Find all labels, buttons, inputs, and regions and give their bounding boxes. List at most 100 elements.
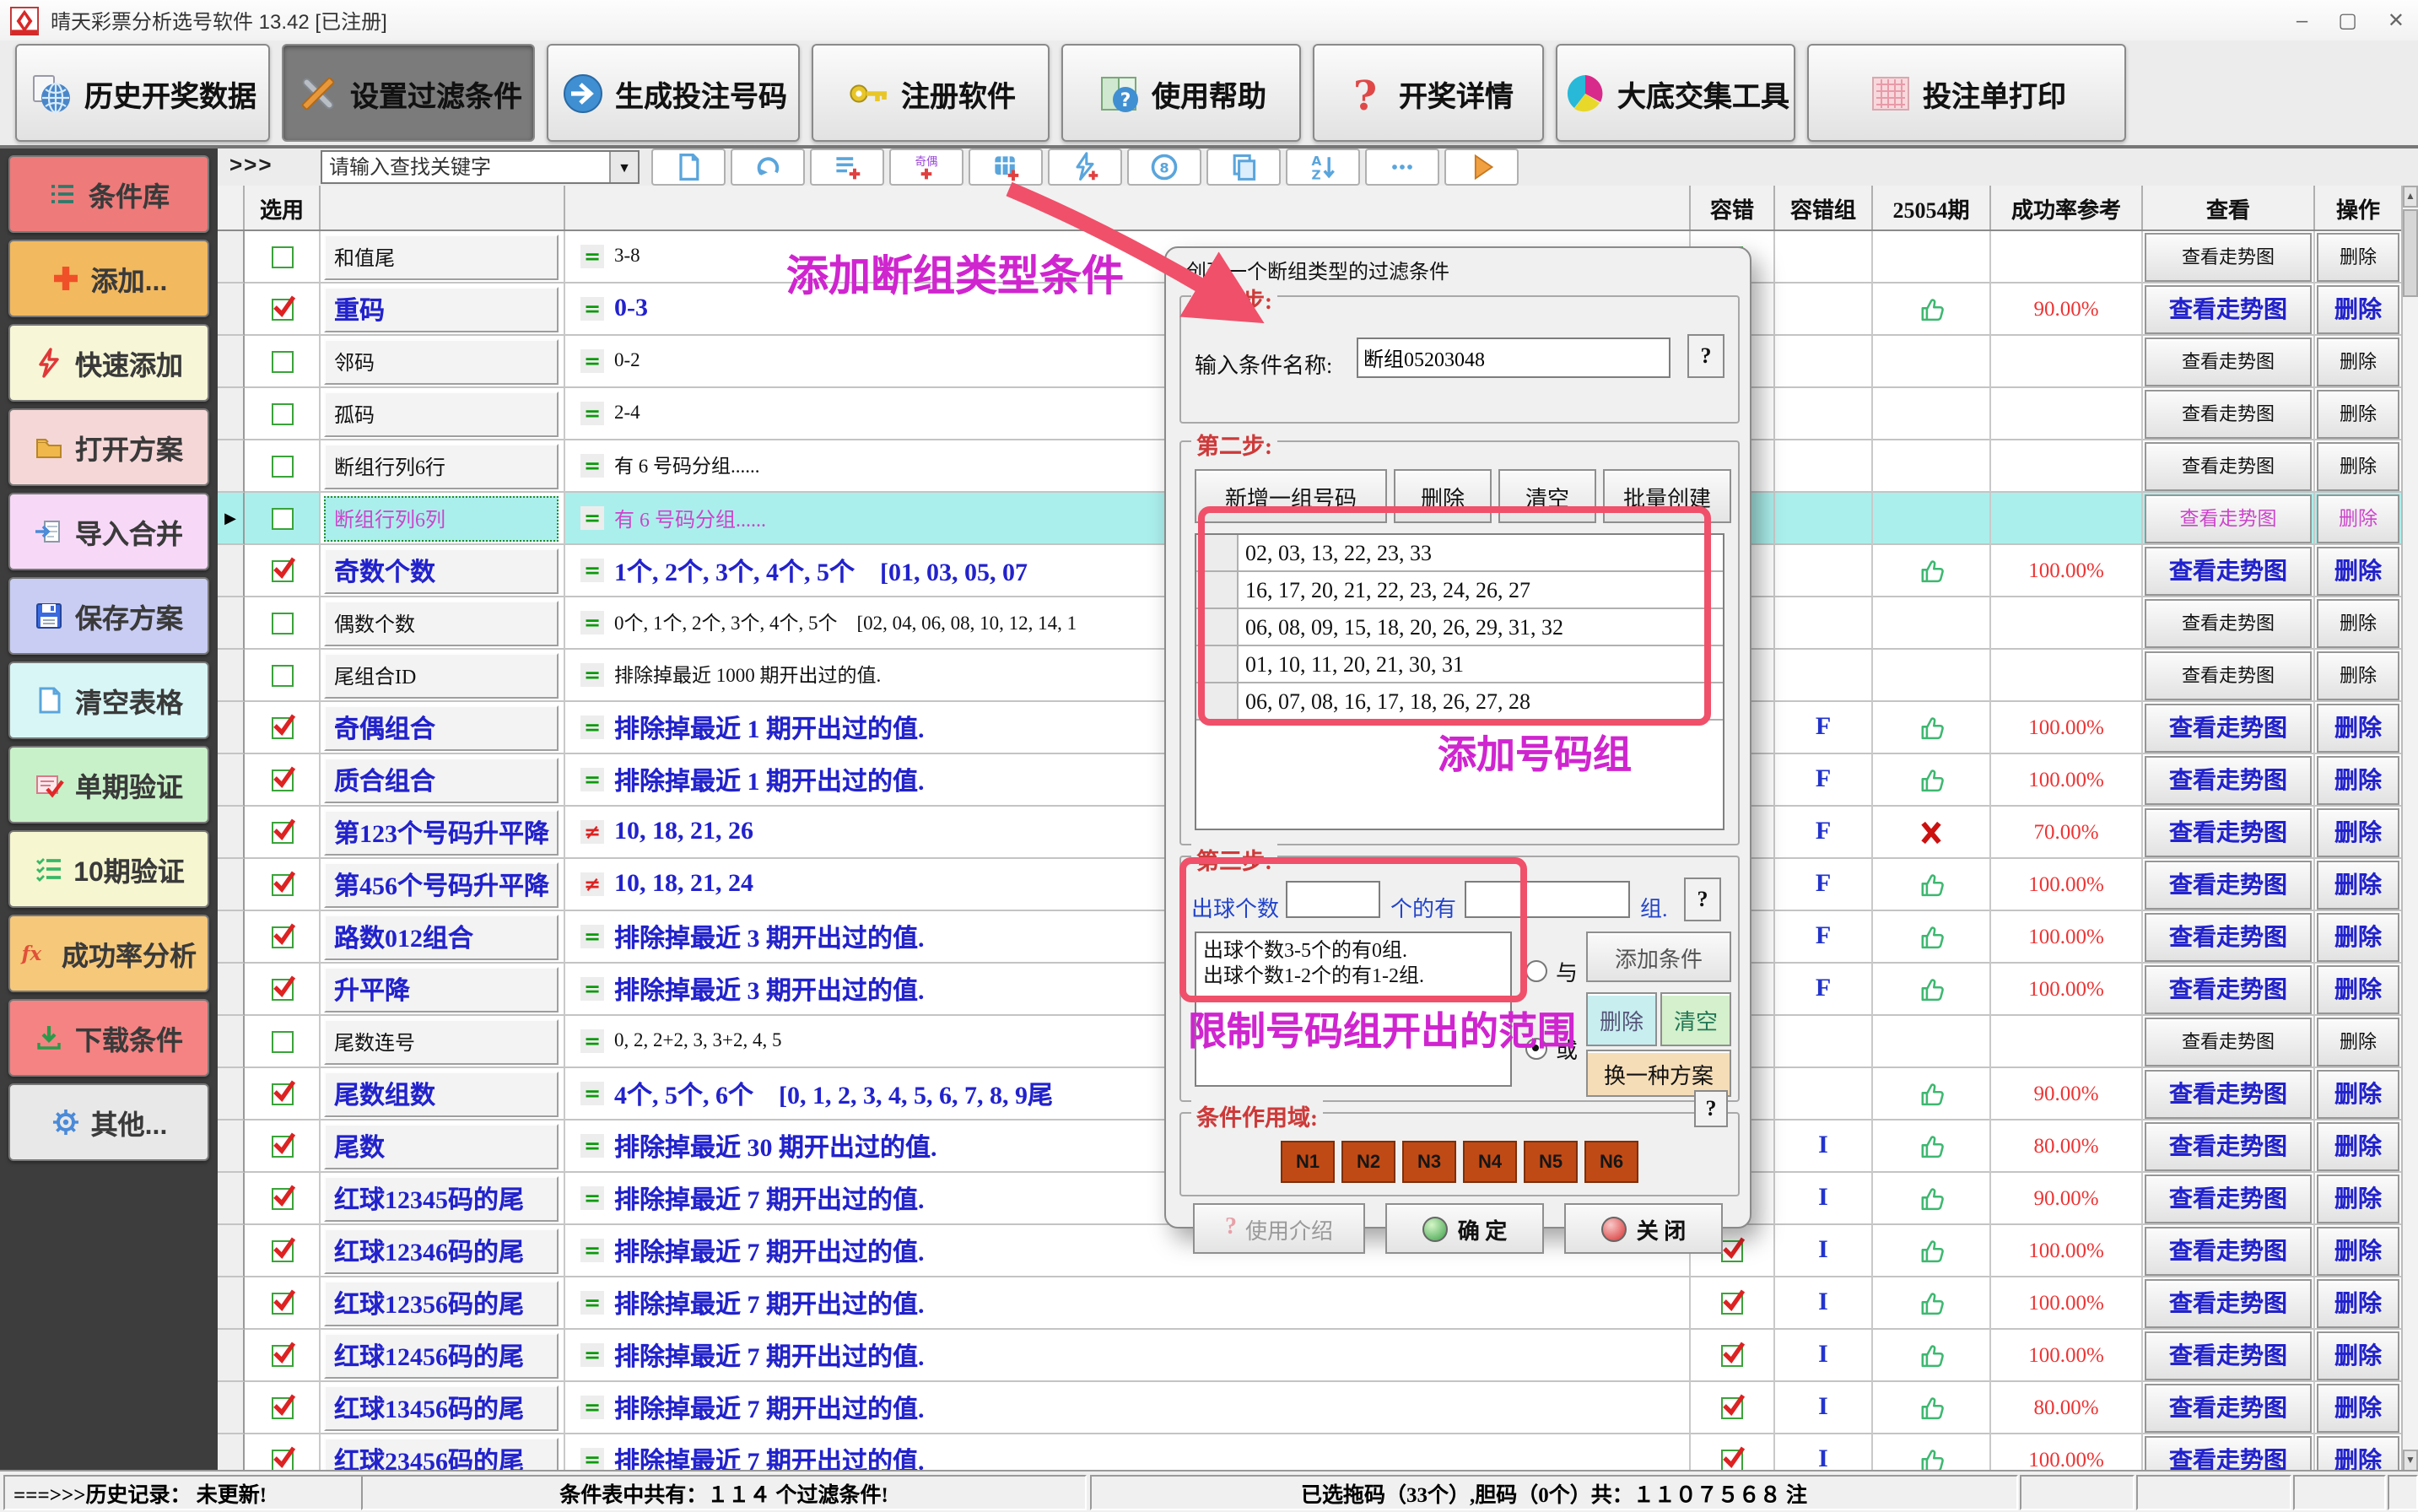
row-marker[interactable] (218, 597, 245, 650)
quick-add-icon[interactable] (1048, 148, 1122, 186)
toolbar-button-6[interactable]: ?开奖详情 (1313, 44, 1544, 142)
rules-textarea[interactable]: 出球个数3-5个的有0组. 出球个数1-2个的有1-2组. (1195, 932, 1512, 1087)
row-marker[interactable] (218, 1434, 245, 1472)
delete-button[interactable]: 删除 (2317, 912, 2399, 961)
scope-help-button[interactable]: ? (1694, 1090, 1728, 1127)
use-checkbox-cell[interactable] (245, 754, 321, 807)
scope-button-n4[interactable]: N4 (1463, 1141, 1517, 1183)
scope-button-n2[interactable]: N2 (1341, 1141, 1395, 1183)
condition-name-cell[interactable]: 质合组合 (321, 754, 565, 807)
delete-button[interactable]: 删除 (2317, 1069, 2399, 1118)
use-checkbox-cell[interactable] (245, 1382, 321, 1434)
view-trend-button[interactable]: 查看走势图 (2145, 598, 2312, 647)
tolerance-checkbox[interactable] (1721, 1344, 1743, 1366)
use-checkbox[interactable] (271, 350, 293, 372)
delete-button[interactable]: 删除 (2317, 703, 2399, 752)
condition-name-cell[interactable]: 尾数组数 (321, 1068, 565, 1120)
use-checkbox[interactable] (271, 1292, 293, 1314)
view-trend-button[interactable]: 查看走势图 (2145, 651, 2312, 699)
use-checkbox[interactable] (271, 1083, 293, 1104)
sort-az-icon[interactable]: AZ (1286, 148, 1360, 186)
delete-button[interactable]: 删除 (2317, 860, 2399, 909)
tolerance-cell[interactable] (1691, 1330, 1775, 1382)
delete-button[interactable]: 删除 (2317, 1121, 2399, 1170)
row-marker[interactable] (218, 1016, 245, 1068)
view-trend-button[interactable]: 查看走势图 (2145, 337, 2312, 386)
tolerance-cell[interactable] (1691, 1382, 1775, 1434)
add-number-group-button[interactable]: 新增一组号码 (1195, 469, 1387, 523)
toolbar-button-8[interactable]: 投注单打印 (1807, 44, 2126, 142)
search-input[interactable] (322, 152, 609, 182)
condition-name-cell[interactable]: 重码 (321, 284, 565, 336)
number-group-row[interactable]: 01, 10, 11, 20, 21, 30, 31 (1196, 646, 1723, 683)
use-checkbox-cell[interactable] (245, 859, 321, 911)
add-group-table-icon[interactable] (969, 148, 1043, 186)
condition-name-cell[interactable]: 第123个号码升平降 (321, 807, 565, 859)
combo-dropdown-icon[interactable]: ▼ (609, 152, 638, 182)
tolerance-checkbox[interactable] (1721, 1239, 1743, 1261)
row-marker[interactable] (218, 440, 245, 493)
sidebar-item-9[interactable]: 10期验证 (8, 830, 209, 908)
tolerance-checkbox[interactable] (1721, 1292, 1743, 1314)
radio-and-circle-icon[interactable] (1525, 960, 1547, 982)
view-trend-button[interactable]: 查看走势图 (2145, 1435, 2312, 1472)
sidebar-item-5[interactable]: 导入合并 (8, 493, 209, 570)
toolbar-button-5[interactable]: ?使用帮助 (1061, 44, 1301, 142)
delete-button[interactable]: 删除 (2317, 1278, 2399, 1327)
use-checkbox-cell[interactable] (245, 807, 321, 859)
minimize-button[interactable]: – (2297, 8, 2307, 32)
row-marker[interactable] (218, 807, 245, 859)
use-checkbox-cell[interactable] (245, 911, 321, 964)
delete-button[interactable]: 删除 (2317, 1383, 2399, 1432)
use-checkbox[interactable] (271, 978, 293, 1000)
use-checkbox-cell[interactable] (245, 440, 321, 493)
ok-button[interactable]: 确 定 (1385, 1203, 1544, 1254)
add-list-icon[interactable] (810, 148, 884, 186)
scope-button-n1[interactable]: N1 (1281, 1141, 1335, 1183)
condition-name-cell[interactable]: 尾数 (321, 1120, 565, 1173)
scrollbar-thumb[interactable] (2403, 209, 2418, 297)
formula-cell[interactable]: = 排除掉最近 7 期开出过的值. (565, 1330, 1691, 1382)
toolbar-button-3[interactable]: 生成投注号码 (547, 44, 800, 142)
condition-name-cell[interactable]: 红球12456码的尾 (321, 1330, 565, 1382)
use-checkbox-cell[interactable] (245, 388, 321, 440)
row-marker[interactable] (218, 388, 245, 440)
view-trend-button[interactable]: 查看走势图 (2145, 807, 2312, 856)
add-condition-button[interactable]: 添加条件 (1586, 932, 1731, 982)
view-trend-button[interactable]: 查看走势图 (2145, 1174, 2312, 1223)
use-checkbox-cell[interactable] (245, 964, 321, 1016)
use-checkbox-cell[interactable] (245, 336, 321, 388)
row-marker[interactable] (218, 859, 245, 911)
sidebar-item-6[interactable]: 保存方案 (8, 577, 209, 655)
view-trend-button[interactable]: 查看走势图 (2145, 703, 2312, 752)
use-checkbox[interactable] (271, 821, 293, 843)
scope-button-n3[interactable]: N3 (1402, 1141, 1456, 1183)
run-icon[interactable] (1444, 148, 1519, 186)
use-checkbox[interactable] (271, 402, 293, 424)
step3-help-button[interactable]: ? (1684, 878, 1721, 921)
row-marker[interactable] (218, 1068, 245, 1120)
view-trend-button[interactable]: 查看走势图 (2145, 755, 2312, 804)
number-groups-list[interactable]: 02, 03, 13, 22, 23, 3316, 17, 20, 21, 22… (1195, 533, 1724, 830)
use-checkbox[interactable] (271, 769, 293, 791)
condition-name-cell[interactable]: 尾数连号 (321, 1016, 565, 1068)
toolbar-button-4[interactable]: 注册软件 (812, 44, 1050, 142)
formula-cell[interactable]: = 排除掉最近 7 期开出过的值. (565, 1277, 1691, 1330)
scope-button-n6[interactable]: N6 (1584, 1141, 1638, 1183)
collapse-chevrons[interactable]: >>> (229, 152, 273, 177)
view-trend-button[interactable]: 查看走势图 (2145, 1017, 2312, 1066)
condition-name-input[interactable]: 断组05203048 (1357, 338, 1670, 378)
row-marker[interactable] (218, 336, 245, 388)
sidebar-item-8[interactable]: 单期验证 (8, 746, 209, 824)
formula-cell[interactable]: = 排除掉最近 7 期开出过的值. (565, 1382, 1691, 1434)
sidebar-item-10[interactable]: fx成功率分析 (8, 915, 209, 992)
row-marker[interactable] (218, 1225, 245, 1277)
number-group-row[interactable]: 16, 17, 20, 21, 22, 23, 24, 26, 27 (1196, 572, 1723, 609)
row-marker[interactable] (218, 1120, 245, 1173)
use-checkbox-cell[interactable] (245, 1225, 321, 1277)
delete-button[interactable]: 删除 (2317, 755, 2399, 804)
use-checkbox-cell[interactable] (245, 702, 321, 754)
view-trend-button[interactable]: 查看走势图 (2145, 232, 2312, 281)
usage-intro-button[interactable]: ? 使用介绍 (1193, 1203, 1365, 1254)
use-checkbox-cell[interactable] (245, 1173, 321, 1225)
